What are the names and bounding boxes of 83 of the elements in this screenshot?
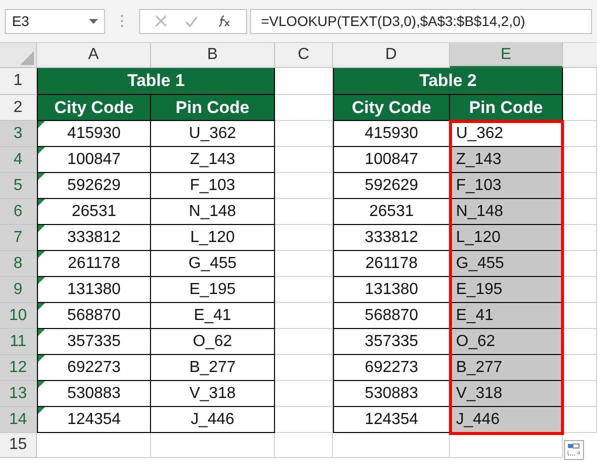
table-cell[interactable]: B_277 <box>450 355 563 381</box>
row-header[interactable]: 4 <box>0 147 37 173</box>
row-header[interactable]: 2 <box>0 95 37 121</box>
table-cell: Z_143 <box>151 147 275 173</box>
table-cell-text: 568870 <box>67 306 121 326</box>
column-header[interactable]: A <box>37 43 151 68</box>
table-cell: 592629 <box>333 173 450 199</box>
table-cell: E_41 <box>151 303 275 329</box>
column-heading: Pin Code <box>450 95 563 121</box>
empty-cell[interactable] <box>275 433 333 458</box>
table-cell: 261178 <box>333 251 450 277</box>
table-cell-text: 357335 <box>67 332 121 352</box>
table-cell-text: 692273 <box>67 358 121 378</box>
table-cell-text: 415930 <box>67 124 121 144</box>
table-cell-text: 124354 <box>67 410 121 430</box>
checkmark-icon[interactable] <box>185 16 198 26</box>
table-cell: 131380 <box>333 277 450 303</box>
row-header[interactable]: 13 <box>0 381 37 407</box>
row-header[interactable]: 11 <box>0 329 37 355</box>
row-header[interactable]: 3 <box>0 121 37 147</box>
table-cell: 692273 <box>333 355 450 381</box>
table-cell: G_455 <box>151 251 275 277</box>
table-cell: E_195 <box>151 277 275 303</box>
table-cell[interactable]: E_41 <box>450 303 563 329</box>
table-cell: V_318 <box>151 381 275 407</box>
row-header[interactable]: 10 <box>0 303 37 329</box>
table-cell: 333812 <box>333 225 450 251</box>
row-header[interactable]: 6 <box>0 199 37 225</box>
table-cell[interactable]: E_195 <box>450 277 563 303</box>
table-cell: 568870 <box>333 303 450 329</box>
table-cell: U_362 <box>151 121 275 147</box>
table-cell-text: 261178 <box>68 254 120 274</box>
column-heading: City Code <box>37 95 151 121</box>
row-header[interactable]: 9 <box>0 277 37 303</box>
table-cell[interactable]: Z_143 <box>450 147 563 173</box>
column-header[interactable]: C <box>275 43 333 68</box>
formula-bar[interactable]: =VLOOKUP(TEXT(D3,0),$A$3:$B$14,2,0) <box>250 8 592 34</box>
table-cell[interactable]: J_446 <box>450 407 563 433</box>
column-heading: City Code <box>333 95 450 121</box>
table-title: Table 1 <box>37 68 275 95</box>
table-cell: B_277 <box>151 355 275 381</box>
table-cell: 530883 <box>333 381 450 407</box>
table-cell: F_103 <box>151 173 275 199</box>
name-box[interactable]: E3 <box>5 8 105 34</box>
table-cell: 26531 <box>333 199 450 225</box>
table-cell[interactable]: N_148 <box>450 199 563 225</box>
dropdown-icon <box>89 18 98 24</box>
table-cell: L_120 <box>151 225 275 251</box>
quick-analysis-icon[interactable] <box>564 440 584 460</box>
table-cell-text: 26531 <box>72 202 116 222</box>
table-cell: N_148 <box>151 199 275 225</box>
row-header[interactable]: 8 <box>0 251 37 277</box>
table-title: Table 2 <box>333 68 563 95</box>
column-header[interactable]: D <box>333 43 450 68</box>
row-header[interactable]: 7 <box>0 225 37 251</box>
row-header[interactable]: 1 <box>0 68 37 95</box>
row-header[interactable]: 15 <box>0 433 37 458</box>
empty-cell[interactable] <box>151 433 275 458</box>
table-cell: 415930 <box>333 121 450 147</box>
table-cell-text: 530883 <box>67 384 121 404</box>
function-icon[interactable] <box>216 15 231 27</box>
empty-cell[interactable] <box>450 433 563 458</box>
table-cell-text: 592629 <box>67 176 121 196</box>
row-header[interactable]: 14 <box>0 407 37 433</box>
table-cell[interactable]: V_318 <box>450 381 563 407</box>
table-cell[interactable]: O_62 <box>450 329 563 355</box>
table-cell: J_446 <box>151 407 275 433</box>
table-cell: 124354 <box>333 407 450 433</box>
column-header[interactable]: E <box>450 43 563 68</box>
row-header[interactable]: 5 <box>0 173 37 199</box>
column-heading: Pin Code <box>151 95 275 121</box>
table-cell-text: 131380 <box>67 280 121 300</box>
empty-cell[interactable] <box>333 433 450 458</box>
table-cell[interactable]: F_103 <box>450 173 563 199</box>
table-cell[interactable]: L_120 <box>450 225 563 251</box>
table-cell: O_62 <box>151 329 275 355</box>
table-cell-text: 100847 <box>67 150 121 170</box>
table-cell: 357335 <box>333 329 450 355</box>
table-cell-text: 333812 <box>67 228 121 248</box>
row-header[interactable]: 12 <box>0 355 37 381</box>
column-header[interactable]: B <box>151 43 275 68</box>
table-cell[interactable]: G_455 <box>450 251 563 277</box>
table-cell: 100847 <box>333 147 450 173</box>
